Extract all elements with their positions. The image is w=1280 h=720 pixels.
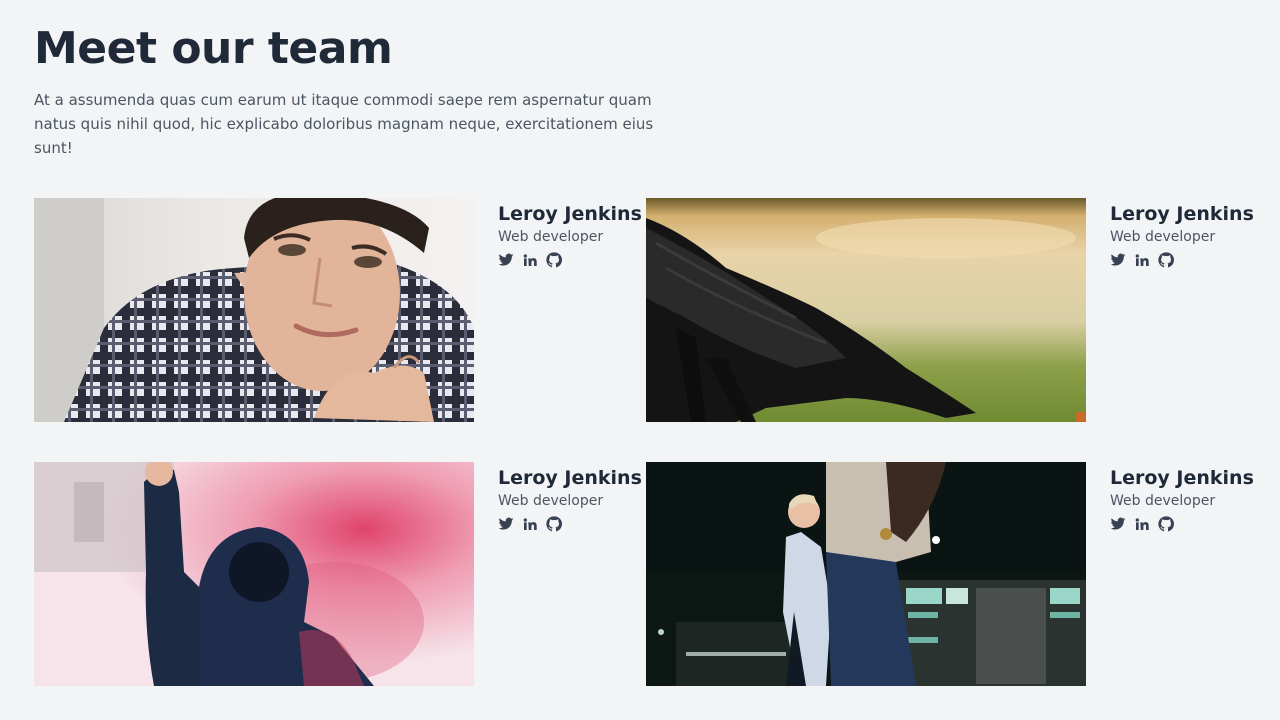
github-icon[interactable]	[1158, 516, 1174, 532]
member-info: Leroy Jenkins Web developer	[1110, 466, 1260, 532]
member-info: Leroy Jenkins Web developer	[498, 466, 648, 532]
github-icon[interactable]	[546, 252, 562, 268]
linkedin-icon[interactable]	[522, 252, 538, 268]
linkedin-icon[interactable]	[1134, 252, 1150, 268]
member-role: Web developer	[498, 493, 604, 509]
member-role: Web developer	[1110, 229, 1216, 245]
member-info: Leroy Jenkins Web developer	[498, 202, 648, 268]
member-role: Web developer	[498, 229, 604, 245]
team-member-card: Leroy Jenkins Web developer	[646, 462, 1258, 686]
twitter-icon[interactable]	[498, 252, 514, 268]
member-photo	[646, 462, 1086, 686]
twitter-icon[interactable]	[1110, 516, 1126, 532]
team-member-card: Leroy Jenkins Web developer	[34, 462, 646, 686]
github-icon[interactable]	[546, 516, 562, 532]
twitter-icon[interactable]	[498, 516, 514, 532]
member-name: Leroy Jenkins	[1110, 467, 1254, 489]
member-photo	[34, 198, 474, 422]
member-name: Leroy Jenkins	[498, 203, 642, 225]
member-name: Leroy Jenkins	[1110, 203, 1254, 225]
social-links	[1110, 516, 1260, 532]
page-description: At a assumenda quas cum earum ut itaque …	[34, 91, 654, 157]
team-header: Meet our team At a assumenda quas cum ea…	[34, 22, 734, 160]
github-icon[interactable]	[1158, 252, 1174, 268]
team-member-card: Leroy Jenkins Web developer	[646, 198, 1258, 422]
linkedin-icon[interactable]	[522, 516, 538, 532]
social-links	[498, 516, 648, 532]
linkedin-icon[interactable]	[1134, 516, 1150, 532]
member-photo	[34, 462, 474, 686]
social-links	[1110, 252, 1260, 268]
member-role: Web developer	[1110, 493, 1216, 509]
member-name: Leroy Jenkins	[498, 467, 642, 489]
page-title: Meet our team	[34, 23, 393, 74]
member-photo	[646, 198, 1086, 422]
team-member-card: Leroy Jenkins Web developer	[34, 198, 646, 422]
twitter-icon[interactable]	[1110, 252, 1126, 268]
social-links	[498, 252, 648, 268]
member-info: Leroy Jenkins Web developer	[1110, 202, 1260, 268]
